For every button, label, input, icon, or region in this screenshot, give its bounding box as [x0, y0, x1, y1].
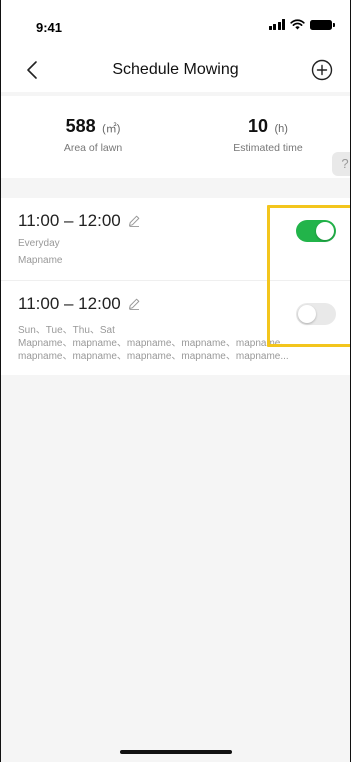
schedule-toggle[interactable] — [296, 220, 336, 242]
plus-circle-icon[interactable] — [309, 57, 335, 83]
estimated-unit: (h) — [274, 123, 288, 135]
area-label: Area of lawn — [63, 142, 123, 154]
app-screen: 9:41 Schedule Mowing 588 (㎡) Area of law… — [0, 0, 351, 762]
status-time: 9:41 — [36, 20, 63, 35]
toggle-knob — [298, 305, 316, 323]
home-indicator — [119, 750, 232, 754]
estimated-value: 10 — [248, 116, 269, 136]
lawn-stats-card: 588 (㎡) Area of lawn 10 (h) Estimated ti… — [1, 96, 350, 178]
toggle-knob — [316, 222, 334, 240]
status-bar: 9:41 — [1, 0, 350, 50]
status-icons — [268, 19, 335, 30]
schedule-item[interactable]: 11:00 – 12:00 Everyday Mapname — [1, 198, 350, 280]
area-unit: (㎡) — [102, 123, 121, 135]
schedule-maps: Mapname — [18, 254, 62, 267]
navigation-bar: Schedule Mowing — [1, 50, 350, 92]
schedule-maps: Mapname、mapname、mapname、mapname、mapname、… — [18, 337, 341, 363]
wifi-icon — [290, 19, 305, 30]
schedule-toggle[interactable] — [296, 303, 336, 325]
page-title: Schedule Mowing — [112, 61, 239, 78]
schedule-map-line: Mapname、mapname、mapname、mapname、mapname、 — [18, 338, 291, 349]
schedule-days: Sun、Tue、Thu、Sat — [18, 325, 115, 336]
signal-icon — [268, 19, 285, 30]
schedule-time-text: 11:00 – 12:00 — [18, 294, 121, 313]
area-value: 588 — [65, 116, 96, 136]
schedule-time: 11:00 – 12:00 — [18, 294, 141, 314]
schedule-days: Everyday — [18, 238, 60, 249]
battery-icon — [310, 20, 335, 30]
edit-pencil-icon[interactable] — [127, 214, 141, 228]
estimated-label: Estimated time — [233, 142, 303, 154]
schedule-item[interactable]: 11:00 – 12:00 Sun、Tue、Thu、Sat Mapname、ma… — [1, 281, 350, 375]
help-button[interactable]: ? — [332, 152, 350, 176]
schedule-time: 11:00 – 12:00 — [18, 211, 141, 231]
edit-pencil-icon[interactable] — [127, 297, 141, 311]
schedule-map-line: mapname、mapname、mapname、mapname、mapname.… — [18, 351, 289, 362]
estimated-time-stat: 10 (h) Estimated time — [198, 116, 338, 154]
schedule-map-line: Mapname — [18, 255, 63, 266]
area-of-lawn-stat: 588 (㎡) Area of lawn — [23, 116, 163, 154]
schedule-time-text: 11:00 – 12:00 — [18, 211, 121, 230]
